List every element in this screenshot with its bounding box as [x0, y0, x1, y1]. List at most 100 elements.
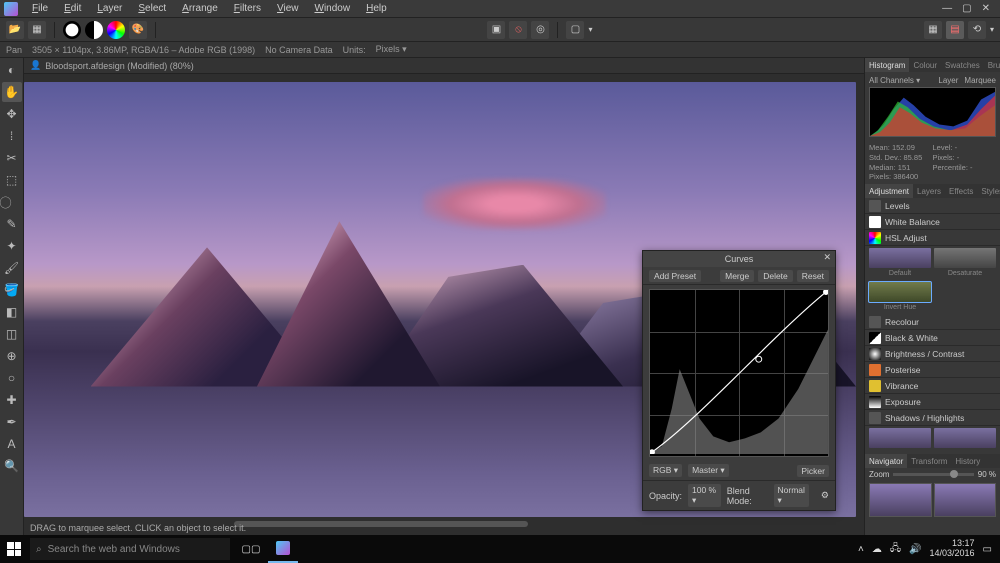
hand-tool-icon[interactable]: ✋ — [2, 82, 22, 102]
taskbar-app-affinity[interactable] — [268, 535, 298, 563]
menu-window[interactable]: Window — [307, 3, 359, 14]
assistant-icon[interactable]: ▦ — [924, 21, 942, 39]
volume-icon[interactable]: 🔊 — [909, 544, 921, 555]
add-preset-button[interactable]: Add Preset — [649, 270, 701, 282]
sync-icon[interactable]: ⟲ — [968, 21, 986, 39]
curves-titlebar[interactable]: Curves ✕ — [643, 251, 835, 267]
adjustment-exposure[interactable]: Exposure — [865, 394, 1000, 410]
clock[interactable]: 13:17 14/03/2016 — [930, 539, 975, 559]
zoom-tool-icon[interactable]: 🔍 — [2, 456, 22, 476]
zoom-value[interactable]: 90 % — [978, 470, 996, 479]
tab-brushes[interactable]: Brushes — [984, 58, 1000, 72]
flood-select-icon[interactable]: ✦ — [2, 236, 22, 256]
tab-styles[interactable]: Styles — [977, 184, 1000, 198]
dodge-tool-icon[interactable]: ○ — [2, 368, 22, 388]
channel-dropdown[interactable]: All Channels ▾ — [869, 76, 920, 85]
preset-desaturate[interactable]: Desaturate — [934, 248, 996, 268]
target-icon[interactable]: ◎ — [531, 21, 549, 39]
raster-icon[interactable]: ▦ — [28, 21, 46, 39]
navigator-thumbnail[interactable] — [934, 483, 997, 517]
menu-edit[interactable]: Edit — [56, 3, 89, 14]
close-icon[interactable]: ✕ — [982, 3, 990, 14]
adjustment-recolour[interactable]: Recolour — [865, 314, 1000, 330]
tab-layers[interactable]: Layers — [913, 184, 945, 198]
eyedropper-icon[interactable]: ◐ — [2, 60, 22, 80]
move-tool-icon[interactable]: ✥ — [2, 104, 22, 124]
color-wheel-icon[interactable] — [107, 21, 125, 39]
lasso-tool-icon[interactable]: ⃝ — [2, 192, 22, 212]
tab-navigator[interactable]: Navigator — [865, 454, 907, 468]
preset-default[interactable]: Default — [869, 248, 931, 268]
channel-dropdown[interactable]: RGB ▾ — [649, 464, 682, 477]
adjustment-levels[interactable]: Levels — [865, 198, 1000, 214]
healing-tool-icon[interactable]: ✚ — [2, 390, 22, 410]
adjustment-white-balance[interactable]: White Balance — [865, 214, 1000, 230]
adjustment-shadows-highlights[interactable]: Shadows / Highlights — [865, 410, 1000, 426]
tab-effects[interactable]: Effects — [945, 184, 977, 198]
network-icon[interactable]: 🖧 — [890, 541, 901, 558]
cancel-icon[interactable]: ⦸ — [509, 21, 527, 39]
adjustment-brightness-contrast[interactable]: Brightness / Contrast — [865, 346, 1000, 362]
tab-swatches[interactable]: Swatches — [941, 58, 984, 72]
document-tab[interactable]: 👤 Bloodsport.afdesign (Modified) (80%) — [24, 58, 864, 74]
preset-thumb[interactable] — [869, 428, 931, 448]
menu-select[interactable]: Select — [130, 3, 174, 14]
tab-histogram[interactable]: Histogram — [865, 58, 909, 72]
hist-marquee-toggle[interactable]: Marquee — [964, 76, 996, 85]
marquee-tool-icon[interactable]: ⬚ — [2, 170, 22, 190]
chevron-down-icon[interactable]: ▾ — [588, 25, 592, 34]
fill-tool-icon[interactable]: 🪣 — [2, 280, 22, 300]
tab-adjustment[interactable]: Adjustment — [865, 184, 913, 198]
tab-colour[interactable]: Colour — [909, 58, 941, 72]
horizontal-scrollbar[interactable] — [234, 521, 528, 527]
tray-chevron-icon[interactable]: ˄ — [858, 544, 864, 555]
merge-button[interactable]: Merge — [720, 270, 754, 282]
selection-brush-icon[interactable]: ✎ — [2, 214, 22, 234]
master-dropdown[interactable]: Master ▾ — [688, 464, 729, 477]
start-button[interactable] — [0, 535, 28, 563]
opacity-field[interactable]: 100 % ▾ — [688, 484, 721, 507]
zoom-slider[interactable] — [893, 473, 973, 476]
navigator-thumbnail[interactable] — [869, 483, 932, 517]
gradient-tool-icon[interactable]: ◧ — [2, 302, 22, 322]
delete-button[interactable]: Delete — [758, 270, 793, 282]
snap-icon[interactable]: ▢ — [566, 21, 584, 39]
minimize-icon[interactable]: — — [942, 3, 952, 14]
preset-invert-hue[interactable]: Invert Hue — [869, 282, 931, 302]
preset-thumb[interactable] — [934, 428, 996, 448]
adjustment-posterise[interactable]: Posterise — [865, 362, 1000, 378]
task-view-icon[interactable]: ▢▢ — [236, 535, 266, 563]
eraser-tool-icon[interactable]: ◫ — [2, 324, 22, 344]
clone-tool-icon[interactable]: ⊕ — [2, 346, 22, 366]
notifications-icon[interactable]: ▭ — [983, 544, 992, 555]
search-input[interactable]: ⌕ Search the web and Windows — [30, 538, 230, 560]
curves-graph[interactable] — [649, 289, 829, 457]
paint-brush-icon[interactable]: 🖌 — [2, 258, 22, 278]
onedrive-icon[interactable]: ☁ — [872, 544, 882, 555]
tab-history[interactable]: History — [951, 454, 984, 468]
menu-view[interactable]: View — [269, 3, 307, 14]
half-circle-icon[interactable] — [85, 21, 103, 39]
text-tool-icon[interactable]: A — [2, 434, 22, 454]
menu-arrange[interactable]: Arrange — [174, 3, 226, 14]
menu-help[interactable]: Help — [358, 3, 395, 14]
menu-file[interactable]: File — [24, 3, 56, 14]
reset-button[interactable]: Reset — [797, 270, 829, 282]
blend-mode-dropdown[interactable]: Normal ▾ — [774, 484, 809, 507]
bw-circle-icon[interactable] — [63, 21, 81, 39]
curves-panel[interactable]: Curves ✕ Add Preset Merge Delete Reset R… — [642, 250, 836, 511]
open-icon[interactable]: 📂 — [6, 21, 24, 39]
adjustment-hsl[interactable]: HSL Adjust — [865, 230, 1000, 246]
hist-layer-toggle[interactable]: Layer — [938, 76, 958, 85]
adjustment-vibrance[interactable]: Vibrance — [865, 378, 1000, 394]
pen-tool-icon[interactable]: ✒ — [2, 412, 22, 432]
tab-transform[interactable]: Transform — [907, 454, 951, 468]
palette-icon[interactable]: 🎨 — [129, 21, 147, 39]
crop-tool-icon[interactable]: ✂ — [2, 148, 22, 168]
gear-icon[interactable]: ⚙ — [821, 490, 829, 501]
menu-filters[interactable]: Filters — [226, 3, 269, 14]
menu-layer[interactable]: Layer — [89, 3, 130, 14]
grid-icon[interactable]: ▤ — [946, 21, 964, 39]
close-icon[interactable]: ✕ — [823, 252, 831, 263]
units-dropdown[interactable]: Pixels ▾ — [376, 44, 407, 55]
